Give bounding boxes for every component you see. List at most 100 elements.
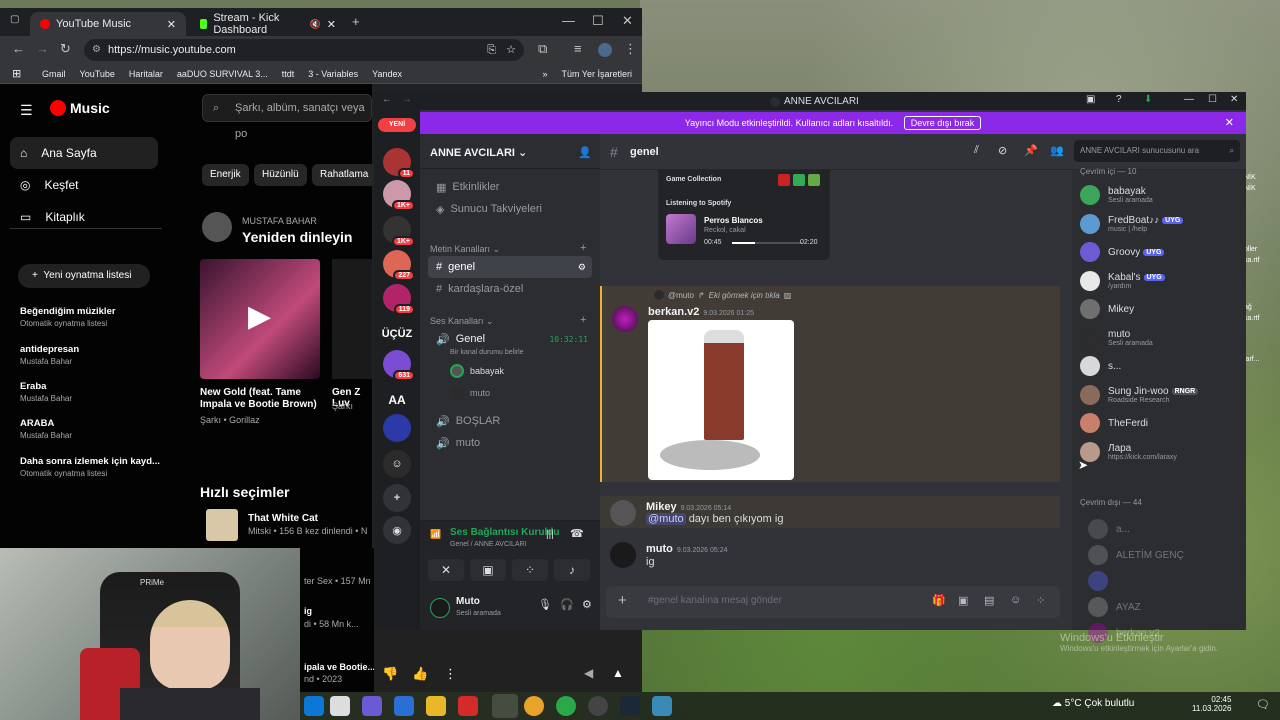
clock[interactable]: 02:45 11.03.2026 xyxy=(1192,695,1231,713)
member-item[interactable]: TheFerdi xyxy=(1080,410,1240,436)
maximize-icon[interactable]: ☐ xyxy=(1208,94,1217,105)
microphone-icon[interactable]: 🎙 xyxy=(538,598,552,611)
bookmark-variables[interactable]: 3 - Variables xyxy=(308,69,358,79)
message-author[interactable]: berkan.v2 xyxy=(648,306,699,318)
message-composer[interactable]: + #genel kanalına mesaj gönder 🎁 ▣ ▤ ☺ ⁘ xyxy=(606,586,1060,618)
back-icon[interactable]: ← xyxy=(12,41,25,56)
song-cover[interactable] xyxy=(666,214,696,244)
taskbar-outlook-icon[interactable] xyxy=(394,696,414,716)
bookmark-maps[interactable]: Haritalar xyxy=(129,69,163,79)
voice-channel-genel[interactable]: 🔊 Genel 10:32:11 xyxy=(428,328,592,350)
reload-icon[interactable]: ↻ xyxy=(60,41,71,57)
bookmark-youtube[interactable]: YouTube xyxy=(80,69,115,79)
taskbar-steam-icon[interactable] xyxy=(620,696,640,716)
server-icon[interactable]: 11 xyxy=(383,148,415,179)
voice-user[interactable]: babayak xyxy=(450,364,504,378)
taskbar-edge-icon[interactable] xyxy=(304,696,324,716)
screen-share-button[interactable]: ▣ xyxy=(470,559,506,581)
card-title[interactable]: New Gold (feat. Tame Impala ve Bootie Br… xyxy=(200,387,326,411)
voice-connected-title[interactable]: Ses Bağlantısı Kuruldu xyxy=(450,527,559,538)
voice-channel-muto[interactable]: 🔊 muto xyxy=(428,432,592,454)
taskbar-chrome2-icon[interactable] xyxy=(556,696,576,716)
user-avatar[interactable] xyxy=(610,542,636,568)
signal-icon[interactable]: 📶 xyxy=(430,529,441,540)
tab-search-icon[interactable]: ▢ xyxy=(10,14,19,25)
more-icon[interactable]: ⋮ xyxy=(444,666,457,682)
chip-sad[interactable]: Hüzünlü xyxy=(254,164,307,186)
server-search-input[interactable]: ANNE AVCILARI sunucusunu ara ⌕ xyxy=(1074,140,1240,162)
album-art-2[interactable] xyxy=(332,259,372,379)
voice-channel-boslar[interactable]: 🔊 BOŞLAR xyxy=(428,410,592,432)
server-icon[interactable]: 119 xyxy=(383,284,415,315)
server-icon[interactable]: 1K+ xyxy=(383,180,415,211)
desktop-icons[interactable]: NİK NİK oller ka.rtf ağ ka.rtf larf... xyxy=(1244,172,1280,365)
taskbar-explorer-icon[interactable] xyxy=(426,696,446,716)
taskbar-app2-icon[interactable] xyxy=(652,696,672,716)
tab-youtube-music[interactable]: YouTube Music ✕ xyxy=(30,12,186,36)
member-item[interactable]: s... xyxy=(1080,353,1240,379)
extensions-icon[interactable]: ⧉ xyxy=(538,41,547,57)
members-icon[interactable]: 👥 xyxy=(1050,144,1064,157)
notification-icon[interactable]: 🗨 xyxy=(1256,698,1270,711)
server-icon[interactable] xyxy=(383,414,411,442)
server-aa[interactable]: AA xyxy=(383,386,411,414)
taskbar-app-icon[interactable] xyxy=(362,696,382,716)
member-avatar[interactable] xyxy=(1080,270,1100,291)
sticker-icon[interactable]: ▤ xyxy=(984,594,994,607)
dislike-icon[interactable]: 👎 xyxy=(382,666,398,682)
previous-icon[interactable]: ◀ xyxy=(584,666,593,680)
attached-image[interactable] xyxy=(648,320,794,480)
voice-user[interactable]: muto xyxy=(450,386,490,400)
member-item[interactable]: Groovy UYG xyxy=(1080,239,1240,265)
desktop-file[interactable]: oller xyxy=(1244,244,1280,255)
profile-avatar[interactable] xyxy=(598,43,612,57)
maximize-icon[interactable]: ☐ xyxy=(592,13,604,29)
disconnect-icon[interactable]: ☎ xyxy=(570,527,584,540)
playlist-item[interactable]: ARABA Mustafa Bahar xyxy=(20,418,72,440)
close-icon[interactable]: ✕ xyxy=(1230,94,1238,105)
download-icon[interactable]: ⬇ xyxy=(1144,94,1152,105)
member-item[interactable]: babayak Sesli aramada xyxy=(1080,182,1240,208)
channel-genel[interactable]: # genel ⚙ xyxy=(428,256,592,278)
ytmusic-logo[interactable]: Music xyxy=(50,100,110,116)
back-icon[interactable]: ← xyxy=(382,94,392,105)
member-item[interactable]: Лара https://kick.com/laraxy xyxy=(1080,439,1240,465)
help-icon[interactable]: ? xyxy=(1116,94,1122,105)
chip-energetic[interactable]: Enerjik xyxy=(202,164,249,186)
notifications-off-icon[interactable]: ⊘ xyxy=(998,144,1007,157)
desktop-file[interactable]: NİK xyxy=(1244,183,1280,194)
voice-status-input[interactable]: Bir kanal durumu belirle xyxy=(450,349,524,356)
taskbar-discord-icon[interactable] xyxy=(492,694,518,718)
emoji-icon[interactable]: ☺ xyxy=(1010,594,1021,606)
category-voice[interactable]: Ses Kanalları ⌄ xyxy=(430,316,494,327)
message-author[interactable]: muto xyxy=(646,543,673,555)
category-text[interactable]: Metin Kanalları ⌄ xyxy=(430,244,500,255)
address-bar[interactable]: ⚙ https://music.youtube.com ⎘ ☆ xyxy=(84,39,524,61)
member-item[interactable]: Sung Jin-woo RNGR Roadside Research xyxy=(1080,382,1240,408)
add-server-icon[interactable]: + xyxy=(383,484,411,512)
soundboard-button[interactable]: ♪ xyxy=(554,559,590,581)
song-thumbnail[interactable] xyxy=(206,509,238,541)
server-icon[interactable]: 1K+ xyxy=(383,216,415,247)
member-item[interactable]: FredBoat♪♪ UYG music | /help xyxy=(1080,211,1240,237)
voice-connected-sub[interactable]: Genel / ANNE AVCILARI xyxy=(450,541,527,548)
message-author[interactable]: Mikey xyxy=(646,501,677,513)
close-banner-icon[interactable]: ✕ xyxy=(1225,112,1234,134)
menu-icon[interactable]: ⋮ xyxy=(624,41,637,57)
bookmark-gmail[interactable]: Gmail xyxy=(42,69,66,79)
like-icon[interactable]: 👍 xyxy=(412,666,428,682)
desktop-file[interactable]: ka.rtf xyxy=(1244,313,1280,324)
server-name-header[interactable]: ANNE AVCILARI ⌄ xyxy=(430,146,527,159)
window-close-icon[interactable]: ✕ xyxy=(622,13,633,29)
playlist-item[interactable]: Eraba Mustafa Bahar xyxy=(20,381,72,403)
reply-preview[interactable]: @muto ↱ Eki görmek için tıkla ▨ xyxy=(654,290,791,300)
minimize-icon[interactable]: — xyxy=(1184,94,1194,105)
bookmark-duo[interactable]: aaDUO SURVIVAL 3... xyxy=(177,69,268,79)
play-icon[interactable]: ▶ xyxy=(248,299,271,334)
bookmark-yandex[interactable]: Yandex xyxy=(372,69,402,79)
noise-icon[interactable]: ||| xyxy=(546,529,554,540)
threads-icon[interactable]: ⫽ xyxy=(974,144,979,157)
taskbar-obs-icon[interactable] xyxy=(588,696,608,716)
chip-relax[interactable]: Rahatlama xyxy=(312,164,377,186)
bookmark-ttdt[interactable]: ttdt xyxy=(282,69,295,79)
